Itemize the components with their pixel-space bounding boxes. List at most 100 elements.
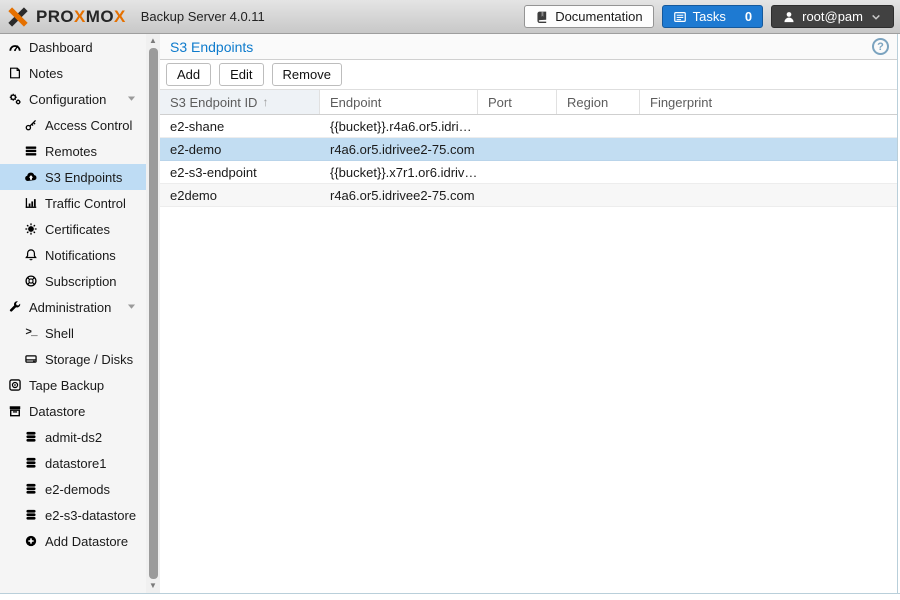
remove-button[interactable]: Remove [271, 63, 342, 86]
cell-id: e2demo [170, 187, 217, 203]
sidebar-item-access-control[interactable]: Access Control [0, 112, 146, 138]
bell-icon [24, 248, 38, 262]
scroll-up-arrow-icon[interactable]: ▲ [149, 35, 157, 47]
sidebar-item-label: Subscription [45, 273, 117, 289]
proxmox-wordmark: PRO X MO X [36, 7, 126, 27]
table-row-e2demo[interactable]: e2demo r4a6.or5.idrivee2-75.com [160, 184, 897, 207]
user-menu-button[interactable]: root@pam [771, 5, 894, 28]
table-row-e2-s3-endpoint[interactable]: e2-s3-endpoint {{bucket}}.x7r1.or6.idrive… [160, 161, 897, 184]
cell-id: e2-s3-endpoint [170, 164, 257, 180]
sidebar-item-admit-ds2[interactable]: admit-ds2 [0, 424, 146, 450]
column-header-label: Endpoint [330, 94, 382, 110]
wordmark-segment: X [74, 6, 86, 26]
column-header-port[interactable]: Port [478, 90, 557, 114]
app-viewport: PRO X MO X Backup Server 4.0.11 Documentati… [0, 0, 900, 600]
wordmark-segment: PRO [36, 6, 75, 26]
panel-titlebar: S3 Endpoints ? [160, 34, 897, 60]
proxmox-x-logo-icon [8, 6, 28, 27]
tasks-count-badge: 0 [744, 9, 753, 24]
table-row-e2-shane[interactable]: e2-shane {{bucket}}.r4a6.or5.idrivee2-… [160, 115, 897, 138]
sidebar-item-e2-demods[interactable]: e2-demods [0, 476, 146, 502]
documentation-button-label: Documentation [555, 9, 643, 24]
sidebar-item-shell[interactable]: >_ Shell [0, 320, 146, 346]
documentation-button[interactable]: Documentation [524, 5, 654, 28]
database-icon [24, 430, 38, 444]
column-header-region[interactable]: Region [557, 90, 640, 114]
collapse-arrow-icon[interactable] [125, 92, 138, 105]
remotes-icon [24, 144, 38, 158]
database-icon [24, 508, 38, 522]
sidebar-item-label: Notifications [45, 247, 116, 263]
sidebar-item-administration[interactable]: Administration [0, 294, 146, 320]
column-header-label: Region [567, 94, 609, 110]
product-version-label: Backup Server 4.0.11 [140, 9, 265, 24]
column-header-label: S3 Endpoint ID [170, 94, 258, 110]
collapse-arrow-icon[interactable] [125, 300, 138, 313]
sidebar-item-remotes[interactable]: Remotes [0, 138, 146, 164]
sidebar-item-storage-disks[interactable]: Storage / Disks [0, 346, 146, 372]
sidebar-item-subscription[interactable]: Subscription [0, 268, 146, 294]
sidebar-item-e2-s3-datastore[interactable]: e2-s3-datastore [0, 502, 146, 528]
navigation-tree: Dashboard Notes Configuration Access Contro… [0, 34, 146, 593]
tasks-button-label: Tasks [692, 9, 726, 24]
sort-asc-arrow-icon: ↑ [262, 95, 269, 109]
tape-icon [8, 378, 22, 392]
sidebar-item-label: Tape Backup [29, 377, 105, 393]
panel-title: S3 Endpoints [170, 38, 254, 55]
table-row-e2-demo[interactable]: e2-demo r4a6.or5.idrivee2-75.com [160, 138, 897, 161]
database-icon [24, 482, 38, 496]
sidebar-item-label: S3 Endpoints [45, 169, 123, 185]
wrench-icon [8, 300, 22, 314]
grid-toolbar: Add Edit Remove [160, 60, 897, 90]
database-icon [24, 456, 38, 470]
task-list-icon [673, 10, 687, 24]
sidebar-scrollbar[interactable]: ▲ ▼ [146, 34, 160, 593]
sidebar-item-notifications[interactable]: Notifications [0, 242, 146, 268]
scroll-down-arrow-icon[interactable]: ▼ [149, 580, 157, 592]
column-header-endpoint[interactable]: Endpoint [320, 90, 478, 114]
plus-circle-icon [24, 534, 38, 548]
sidebar-item-add-datastore[interactable]: Add Datastore [0, 528, 146, 554]
sidebar-item-datastore1[interactable]: datastore1 [0, 450, 146, 476]
book-icon [535, 10, 549, 24]
sidebar-item-label: datastore1 [45, 455, 107, 471]
tasks-button[interactable]: Tasks 0 [661, 5, 764, 28]
sidebar-item-label: Notes [29, 65, 63, 81]
sidebar-item-dashboard[interactable]: Dashboard [0, 34, 146, 60]
sidebar-item-label: Remotes [45, 143, 98, 159]
user-icon [782, 10, 796, 24]
certificate-icon [24, 222, 38, 236]
disks-icon [24, 352, 38, 366]
top-header-bar: PRO X MO X Backup Server 4.0.11 Documentati… [0, 0, 900, 34]
sidebar-item-tape-backup[interactable]: Tape Backup [0, 372, 146, 398]
sidebar-item-notes[interactable]: Notes [0, 60, 146, 86]
cloud-upload-icon [24, 170, 38, 184]
cell-endpoint: r4a6.or5.idrivee2-75.com [330, 141, 475, 157]
column-header-s3-endpoint-id[interactable]: S3 Endpoint ID ↑ [160, 90, 320, 114]
traffic-chart-icon [24, 196, 38, 210]
sidebar-item-configuration[interactable]: Configuration [0, 86, 146, 112]
sidebar-item-label: Add Datastore [45, 533, 129, 549]
grid-header-row: S3 Endpoint ID ↑ Endpoint Port Region Fingerp… [160, 90, 897, 115]
sidebar-item-label: Dashboard [29, 39, 93, 55]
sidebar-item-s3-endpoints[interactable]: S3 Endpoints [0, 164, 146, 190]
user-menu-label: root@pam [802, 9, 863, 24]
s3-endpoints-panel: S3 Endpoints ? Add Edit Remove S3 Endpoi… [160, 34, 898, 593]
lifering-icon [24, 274, 38, 288]
edit-button[interactable]: Edit [219, 63, 264, 86]
chevron-down-icon [869, 10, 883, 24]
wordmark-segment: MO [85, 6, 114, 26]
sidebar-item-traffic-control[interactable]: Traffic Control [0, 190, 146, 216]
note-icon [8, 66, 22, 80]
sidebar-item-label: e2-s3-datastore [45, 507, 137, 523]
sidebar-item-label: Storage / Disks [45, 351, 134, 367]
sidebar-item-datastore[interactable]: Datastore [0, 398, 146, 424]
column-header-fingerprint[interactable]: Fingerprint [640, 90, 897, 114]
proxmox-brand: PRO X MO X Backup Server 4.0.11 [6, 5, 265, 29]
question-circle-icon[interactable]: ? [872, 38, 889, 55]
sidebar-item-label: Configuration [29, 91, 107, 107]
add-button[interactable]: Add [166, 63, 212, 86]
scrollbar-thumb[interactable] [148, 48, 158, 579]
sidebar-item-label: Traffic Control [45, 195, 126, 211]
sidebar-item-certificates[interactable]: Certificates [0, 216, 146, 242]
